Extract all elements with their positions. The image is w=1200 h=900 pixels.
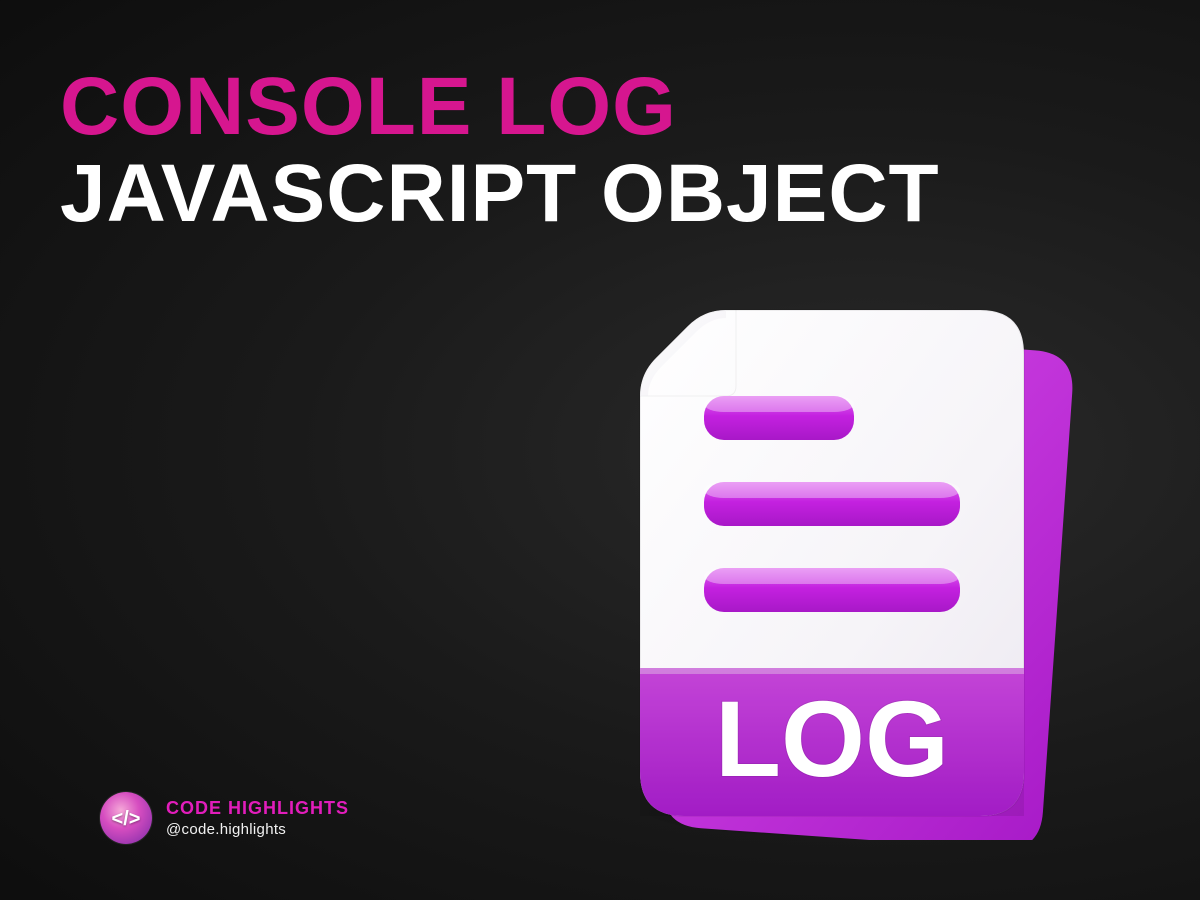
attribution: </> CODE HIGHLIGHTS @code.highlights (100, 792, 349, 844)
brand-name: CODE HIGHLIGHTS (166, 798, 349, 819)
hero-heading: CONSOLE LOG JAVASCRIPT OBJECT (60, 64, 940, 238)
log-file-icon: LOG (560, 300, 1100, 840)
brand-handle: @code.highlights (166, 821, 349, 838)
svg-text:LOG: LOG (715, 678, 949, 799)
attribution-text: CODE HIGHLIGHTS @code.highlights (166, 798, 349, 838)
file-icon-label: LOG (715, 678, 949, 799)
code-icon: </> (112, 808, 141, 831)
heading-line-1: CONSOLE LOG (60, 64, 940, 151)
avatar: </> (100, 792, 152, 844)
heading-line-2: JAVASCRIPT OBJECT (60, 151, 940, 238)
